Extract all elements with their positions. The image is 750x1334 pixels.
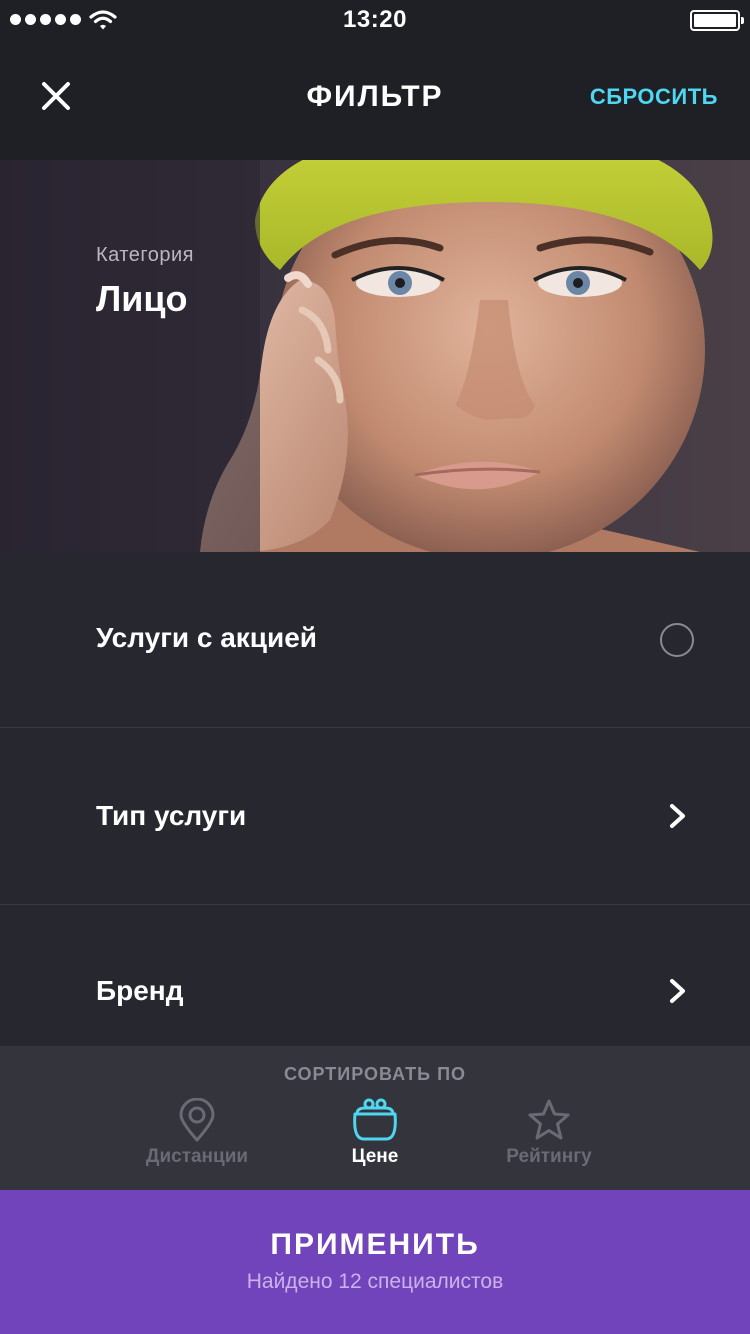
row-label: Услуги с акцией [96,622,318,653]
apply-button[interactable]: ПРИМЕНИТЬ Найдено 12 специалистов [0,1190,750,1334]
status-bar: 13:20 [0,0,750,40]
brand-row[interactable]: Бренд [0,905,750,1046]
chevron-right-icon [670,804,685,828]
sort-option-label: Дистанции [145,1146,249,1167]
sort-option-label: Цене [351,1146,399,1167]
status-time: 13:20 [343,6,407,33]
apply-title: ПРИМЕНИТЬ [270,1228,480,1261]
star-icon [528,1099,570,1140]
sort-by-rating[interactable]: Рейтингу [449,1098,649,1168]
battery-icon [690,10,744,31]
nav-bar: ФИЛЬТР СБРОСИТЬ [0,40,750,160]
row-label: Тип услуги [96,800,247,831]
category-photo [0,160,713,552]
close-icon[interactable] [36,76,76,116]
apply-results-count: Найдено 12 специалистов [246,1270,504,1293]
sort-panel: СОРТИРОВАТЬ ПО Дистанции Цене Рейтингу [0,1046,750,1190]
reset-button[interactable]: СБРОСИТЬ [590,84,718,110]
chevron-right-icon [670,979,685,1003]
promo-radio[interactable] [660,623,694,657]
category-hero[interactable]: Категория Лицо [0,160,750,552]
sort-option-label: Рейтингу [506,1146,592,1167]
sort-title: СОРТИРОВАТЬ ПО [283,1064,467,1084]
service-type-row[interactable]: Тип услуги [0,728,750,904]
category-label: Категория [96,244,194,266]
sort-by-price[interactable]: Цене [275,1098,475,1168]
purse-icon [353,1098,397,1141]
location-pin-icon [179,1098,215,1142]
promo-services-row[interactable]: Услуги с акцией [0,552,750,728]
row-label: Бренд [96,975,184,1006]
sort-by-distance[interactable]: Дистанции [97,1098,297,1168]
category-value: Лицо [96,278,188,319]
